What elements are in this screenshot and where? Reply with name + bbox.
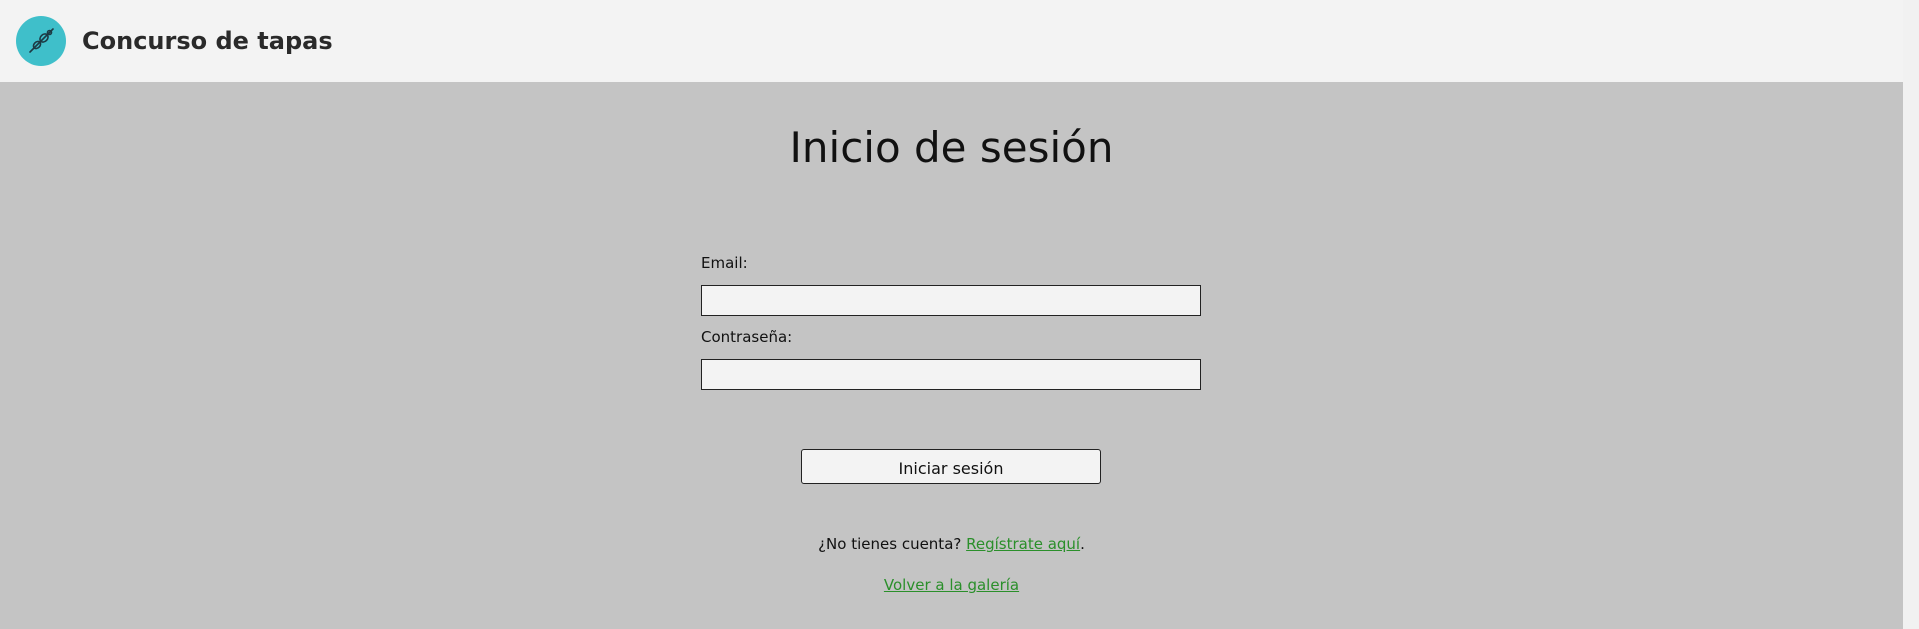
password-field[interactable]: [701, 359, 1201, 390]
site-title: Concurso de tapas: [82, 27, 333, 55]
skewer-icon: [29, 28, 54, 53]
password-label: Contraseña:: [701, 328, 793, 346]
gallery-link-container: Volver a la galería: [0, 575, 1903, 595]
email-field[interactable]: [701, 285, 1201, 316]
site-header: Concurso de tapas: [0, 0, 1903, 82]
content-area: Concurso de tapas Inicio de sesión Email…: [0, 0, 1903, 629]
register-prompt-suffix: .: [1080, 535, 1085, 553]
page-title: Inicio de sesión: [789, 123, 1114, 172]
register-prompt-text: ¿No tienes cuenta?: [818, 535, 967, 553]
site-logo[interactable]: [16, 16, 66, 66]
vertical-scrollbar[interactable]: [1903, 0, 1919, 629]
page: Concurso de tapas Inicio de sesión Email…: [0, 0, 1919, 629]
email-label: Email:: [701, 254, 748, 272]
login-button[interactable]: Iniciar sesión: [801, 449, 1101, 484]
register-prompt: ¿No tienes cuenta? Regístrate aquí.: [0, 534, 1903, 554]
back-to-gallery-link[interactable]: Volver a la galería: [884, 576, 1019, 594]
register-link[interactable]: Regístrate aquí: [966, 535, 1080, 553]
